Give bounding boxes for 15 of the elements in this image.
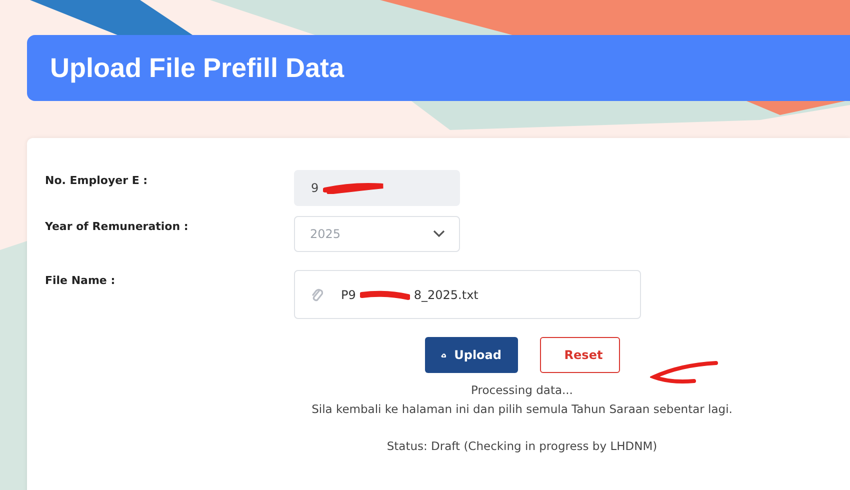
upload-button[interactable]: Upload <box>424 337 518 373</box>
field-label: No. Employer E : <box>45 173 149 187</box>
chevron-down-icon <box>433 230 445 238</box>
status-message: Processing data... <box>471 382 573 399</box>
employer-number-field[interactable]: 9 <box>294 170 460 206</box>
paperclip-icon <box>311 288 323 302</box>
file-field[interactable]: P9 8_2025.txt <box>294 270 641 319</box>
redaction-mark <box>360 288 410 300</box>
status-message: Sila kembali ke halaman ini dan pilih semula Tahun Saraan sebentar lagi. <box>312 401 732 418</box>
page-title: Upload File Prefill Data <box>50 52 344 84</box>
field-label: File Name : <box>45 273 116 287</box>
reset-button[interactable]: Reset <box>540 337 620 373</box>
status-text: Status: Draft (Checking in progress by LHDNM) <box>386 438 658 455</box>
redaction-mark <box>322 182 385 194</box>
field-label: Year of Remuneration : <box>45 219 190 233</box>
